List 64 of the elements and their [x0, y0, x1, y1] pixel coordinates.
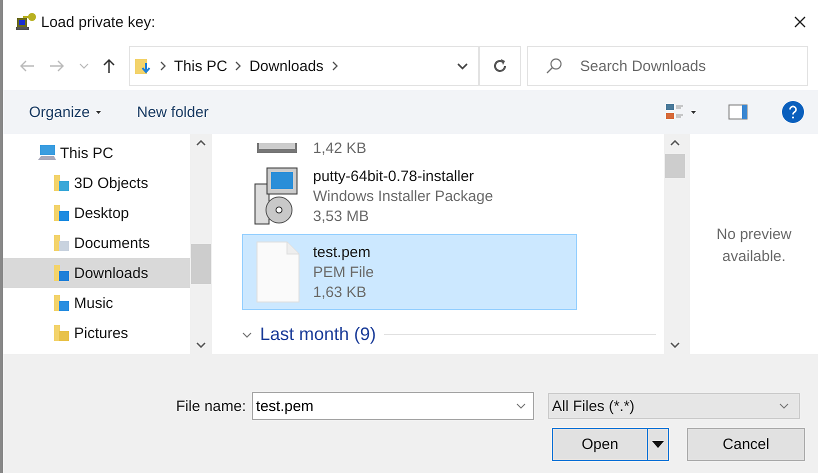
folder-icon — [53, 174, 71, 192]
file-name: putty-64bit-0.78-installer — [313, 168, 475, 184]
scrollbar-thumb[interactable] — [665, 154, 685, 178]
nav-item[interactable]: Documents — [3, 228, 190, 258]
file-item[interactable]: test.pem PEM File 1,63 KB — [242, 234, 577, 310]
caret-icon[interactable] — [96, 110, 101, 114]
refresh-icon — [492, 58, 508, 74]
chevron-right-icon — [235, 61, 242, 71]
file-type-dropdown[interactable]: All Files (*.*) — [548, 393, 800, 419]
organize-menu[interactable]: Organize — [29, 104, 90, 120]
scrollbar-thumb[interactable] — [191, 244, 211, 284]
nav-item[interactable]: 3D Objects — [3, 168, 190, 198]
scroll-down-icon[interactable] — [670, 342, 680, 348]
chevron-right-icon — [332, 61, 338, 71]
nav-item[interactable]: This PC — [3, 138, 190, 168]
folder-icon — [53, 204, 71, 222]
close-icon[interactable] — [794, 16, 806, 28]
nav-item[interactable]: Music — [3, 288, 190, 318]
caret-icon — [652, 441, 664, 448]
nav-item[interactable]: Pictures — [3, 318, 190, 348]
chevron-down-icon[interactable] — [516, 403, 526, 409]
file-name: test.pem — [313, 244, 372, 260]
folder-icon — [53, 324, 71, 342]
chevron-down-icon — [779, 403, 790, 409]
nav-item[interactable]: Downloads — [3, 258, 190, 288]
key-computer-icon — [15, 12, 37, 32]
view-options-icon[interactable] — [665, 103, 685, 121]
file-type: PEM File — [313, 264, 374, 280]
up-arrow-icon[interactable] — [103, 58, 115, 74]
cancel-button[interactable]: Cancel — [687, 428, 805, 461]
chevron-right-icon — [160, 61, 166, 71]
group-header[interactable]: Last month (9) — [242, 324, 656, 345]
folder-icon — [53, 234, 71, 252]
search-field[interactable]: Search Downloads — [527, 46, 808, 86]
open-button[interactable]: Open — [552, 428, 647, 461]
folder-icon — [53, 294, 71, 312]
file-type: Windows Installer Package — [313, 188, 494, 204]
preview-message: No preview available. — [715, 225, 793, 267]
address-bar[interactable]: This PC Downloads — [129, 46, 479, 86]
breadcrumb[interactable]: Downloads — [249, 58, 324, 74]
chevron-down-icon[interactable] — [457, 62, 468, 70]
download-folder-icon — [134, 57, 152, 75]
computer-icon — [37, 144, 57, 162]
scroll-down-icon[interactable] — [196, 342, 206, 348]
preview-pane-icon[interactable] — [728, 104, 748, 120]
refresh-button[interactable] — [479, 46, 521, 86]
search-icon — [545, 57, 563, 75]
scroll-up-icon[interactable] — [670, 140, 680, 146]
scroll-up-icon[interactable] — [196, 140, 206, 146]
open-menu-button[interactable] — [647, 428, 669, 461]
nav-item[interactable]: Desktop — [3, 198, 190, 228]
file-item[interactable]: putty-64bit-0.78-installer Windows Installer Package 3,53 MB — [242, 158, 577, 234]
file-size: 1,42 KB — [313, 140, 366, 157]
file-name-label: File name: — [176, 398, 246, 414]
file-size: 3,53 MB — [313, 208, 370, 224]
file-item[interactable]: 1,42 KB — [242, 134, 577, 158]
new-folder-button[interactable]: New folder — [136, 104, 209, 120]
help-icon[interactable] — [782, 101, 804, 123]
window-title: Load private key: — [41, 14, 156, 30]
file-size: 1,63 KB — [313, 284, 368, 300]
caret-icon[interactable] — [691, 110, 696, 114]
breadcrumb[interactable]: This PC — [174, 58, 228, 74]
folder-icon — [53, 264, 71, 282]
file-name-field[interactable]: test.pem — [252, 392, 534, 420]
